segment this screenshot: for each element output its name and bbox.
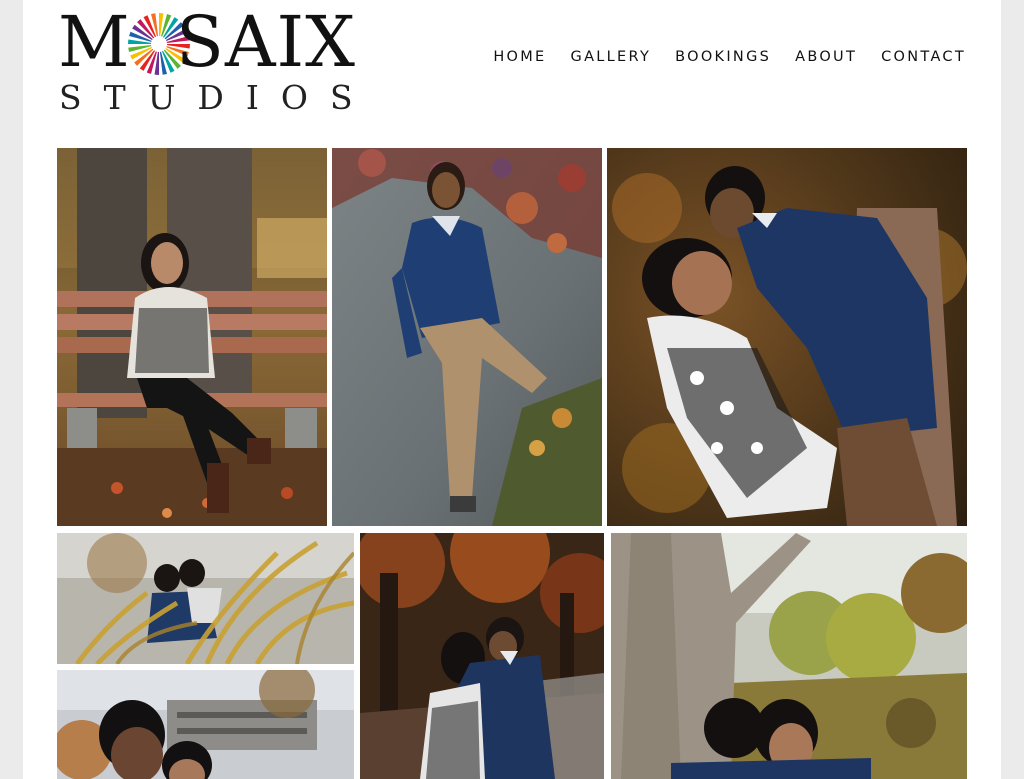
nav-home[interactable]: HOME <box>493 47 546 67</box>
page: M SAIX STUDIOS HOME GALLERY BOOKINGS ABO… <box>23 0 1001 779</box>
site-logo[interactable]: M SAIX STUDIOS <box>58 1 393 118</box>
gallery-photo-couple-under-tree[interactable] <box>611 533 967 779</box>
logo-subtitle: STUDIOS <box>59 78 375 117</box>
logo-letters-saix: SAIX <box>176 1 356 83</box>
gallery-photo-couple-closeup-buildings[interactable] <box>57 670 354 779</box>
nav-gallery[interactable]: GALLERY <box>571 47 652 67</box>
main-nav: HOME GALLERY BOOKINGS ABOUT CONTACT <box>469 47 966 67</box>
gallery-photo-couple-through-grass[interactable] <box>57 533 354 664</box>
nav-about[interactable]: ABOUT <box>795 47 857 67</box>
nav-bookings[interactable]: BOOKINGS <box>675 47 771 67</box>
logo-letter-m: M <box>58 1 130 83</box>
gallery-photo-man-against-wall[interactable] <box>332 148 602 526</box>
nav-contact[interactable]: CONTACT <box>881 47 966 67</box>
gallery-photo-woman-on-bench[interactable] <box>57 148 327 526</box>
gallery-photo-couple-embrace-closeup[interactable] <box>607 148 967 526</box>
logo-burst-center <box>153 38 165 50</box>
gallery-photo-couple-hug-path[interactable] <box>360 533 604 779</box>
